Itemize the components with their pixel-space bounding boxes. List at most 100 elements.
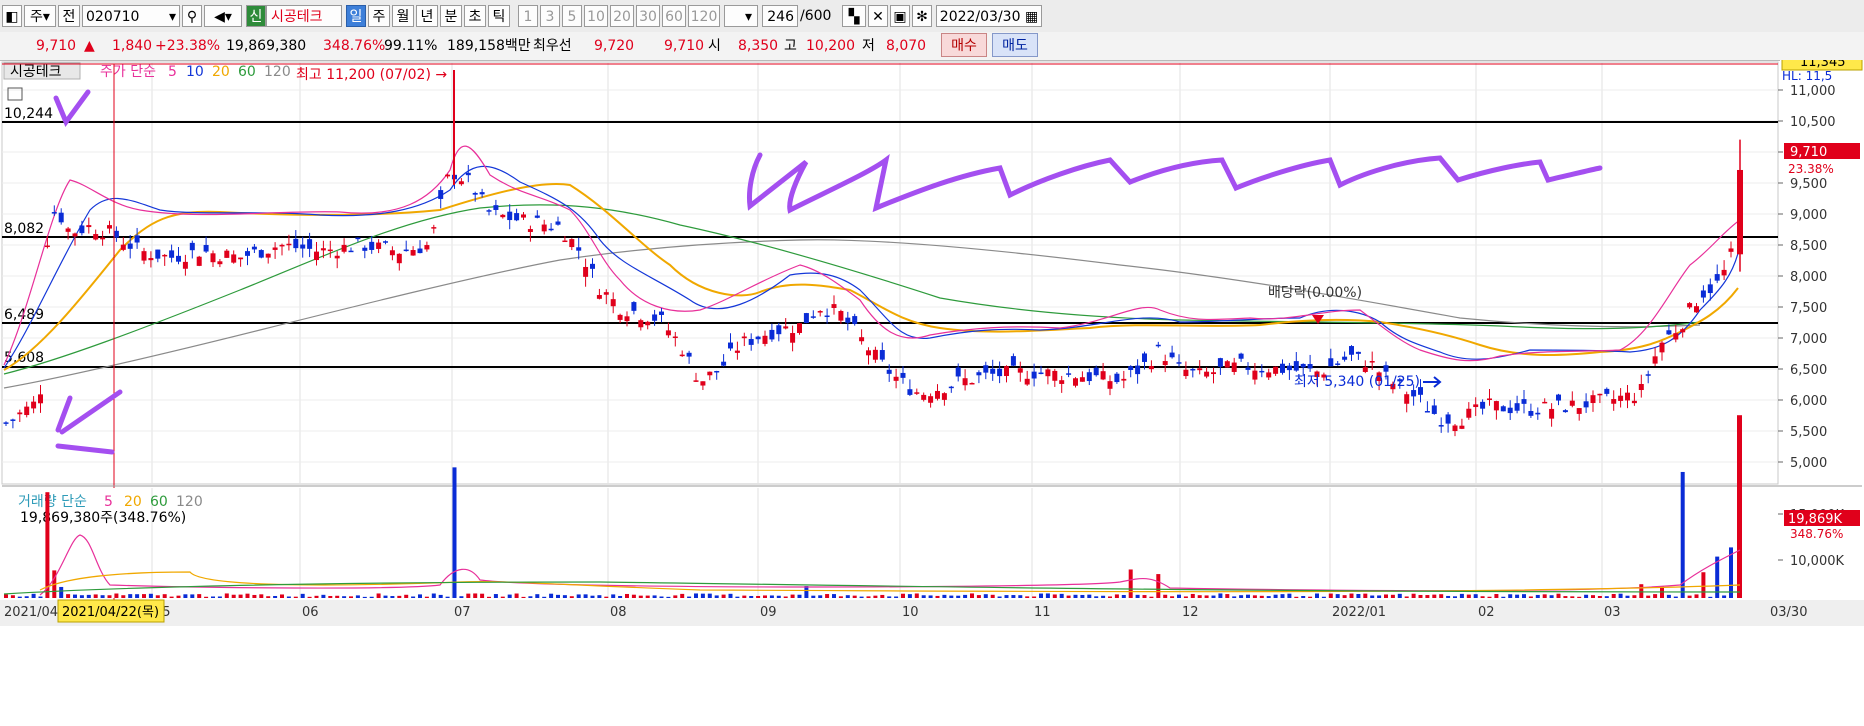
tab-week[interactable]: 주 <box>368 5 390 27</box>
volume-bar <box>1542 594 1547 598</box>
data-count-input[interactable]: 246 <box>762 5 798 27</box>
interval-20[interactable]: 20 <box>610 5 634 27</box>
volume-bar <box>1390 594 1395 598</box>
volume-bar <box>852 595 857 598</box>
volume-bar <box>79 595 84 598</box>
date-label: 03 <box>1604 605 1621 620</box>
candle-body <box>886 369 892 374</box>
calendar-icon[interactable]: ▦ <box>1025 9 1038 25</box>
date-label: 07 <box>454 605 471 620</box>
volume-bar <box>507 594 512 598</box>
dropdown-icon[interactable]: ▾ <box>169 6 176 28</box>
interval-30[interactable]: 30 <box>636 5 660 27</box>
volume-bar <box>1384 594 1388 598</box>
candle-body <box>1128 366 1134 370</box>
volume-bar <box>1045 593 1050 598</box>
tab-second[interactable]: 초 <box>464 5 486 27</box>
volume-bar <box>1246 594 1250 598</box>
candle-body <box>410 250 416 256</box>
period-select[interactable]: 주▾ <box>24 5 56 27</box>
tab-minute[interactable]: 분 <box>440 5 462 27</box>
interval-10[interactable]: 10 <box>584 5 608 27</box>
candle-body <box>1252 370 1258 380</box>
last-price-label: 9,710 <box>1790 145 1827 160</box>
candle-body <box>797 323 802 333</box>
low-label: 저 <box>862 38 875 54</box>
candle-body <box>231 254 237 263</box>
volume-bar <box>1508 594 1513 598</box>
volume-bar <box>1646 595 1651 598</box>
volume-bar <box>1163 594 1168 598</box>
candle-body <box>693 380 699 382</box>
price-tick-label: 7,000 <box>1790 332 1827 347</box>
volume-bar <box>825 594 830 598</box>
volume-bar <box>569 596 574 598</box>
volume-bar <box>542 596 547 598</box>
stock-name-field[interactable]: 시공테크 <box>266 5 342 27</box>
period-value: 주 <box>30 9 43 25</box>
volume-bar <box>321 594 326 598</box>
candle-body <box>624 316 630 322</box>
interval-3[interactable]: 3 <box>540 5 560 27</box>
stock-chart[interactable]: 시공테크 주가 단순 5 10 20 60 120 10,244 8,082 6… <box>0 60 1864 726</box>
new-badge[interactable]: 신 <box>246 5 266 27</box>
candle-body <box>672 336 678 339</box>
gear-icon[interactable]: ✻ <box>912 5 932 27</box>
volume-bar <box>1466 594 1471 598</box>
date-input[interactable]: 2022/03/30 ▦ <box>936 5 1042 27</box>
mode-button[interactable]: 전 <box>58 5 80 27</box>
volume-bar <box>155 595 160 598</box>
candle-body <box>403 249 409 252</box>
candle-body <box>583 266 589 277</box>
volume-bar <box>1737 415 1742 598</box>
volume-bar <box>514 593 519 598</box>
chevron-down-icon[interactable]: ▾ <box>740 5 758 27</box>
candle-body <box>307 239 313 249</box>
candle-body <box>1259 370 1265 373</box>
best-bid: 9,710 <box>664 38 705 54</box>
candle-body <box>700 381 706 386</box>
volume-bar <box>1618 593 1623 598</box>
volume-bar <box>1335 594 1340 598</box>
draw-icon[interactable]: ✕ <box>868 5 888 27</box>
candle-body <box>369 241 375 250</box>
price-tick-label: 11,000 <box>1790 84 1836 99</box>
volume-bar <box>1273 594 1278 598</box>
candle-body <box>1162 361 1168 366</box>
candle-body <box>1328 358 1334 367</box>
candle-body <box>1500 406 1506 412</box>
volume-bar <box>1625 595 1630 598</box>
candle-body <box>596 295 602 299</box>
candle-body <box>376 242 382 249</box>
chart-settings-icon[interactable]: ▚ <box>842 5 866 27</box>
buy-button[interactable]: 매수 <box>941 33 987 57</box>
volume-bar <box>1004 595 1009 598</box>
search-icon[interactable]: ⚲ <box>182 5 202 27</box>
candle-body <box>721 361 727 366</box>
volume-bar <box>328 595 333 598</box>
interval-5[interactable]: 5 <box>562 5 582 27</box>
sell-button[interactable]: 매도 <box>992 33 1038 57</box>
menu-icon[interactable]: ◧ <box>2 5 22 27</box>
interval-60[interactable]: 60 <box>662 5 686 27</box>
volume-bar <box>190 594 195 598</box>
volume-bar <box>583 594 588 598</box>
volume-bar <box>652 595 657 598</box>
last-pct-label: 23.38% <box>1788 162 1834 176</box>
volume-bar <box>611 594 616 598</box>
high-note: 최고 11,200 (07/02) → <box>296 67 447 83</box>
interval-1[interactable]: 1 <box>518 5 538 27</box>
tab-tick[interactable]: 틱 <box>488 5 510 27</box>
volume-bar <box>1280 594 1285 598</box>
candle-body <box>1542 401 1548 404</box>
interval-120[interactable]: 120 <box>688 5 720 27</box>
tab-day[interactable]: 일 <box>346 5 366 27</box>
save-icon[interactable]: ▣ <box>890 5 910 27</box>
tab-month[interactable]: 월 <box>392 5 414 27</box>
candle-body <box>1625 392 1630 401</box>
sound-icon[interactable]: ◀▾ <box>204 5 242 27</box>
volume-bar <box>756 595 761 598</box>
stock-code-input[interactable]: 020710 ▾ <box>82 5 180 27</box>
tab-year[interactable]: 년 <box>416 5 438 27</box>
volume-bar <box>217 596 222 598</box>
